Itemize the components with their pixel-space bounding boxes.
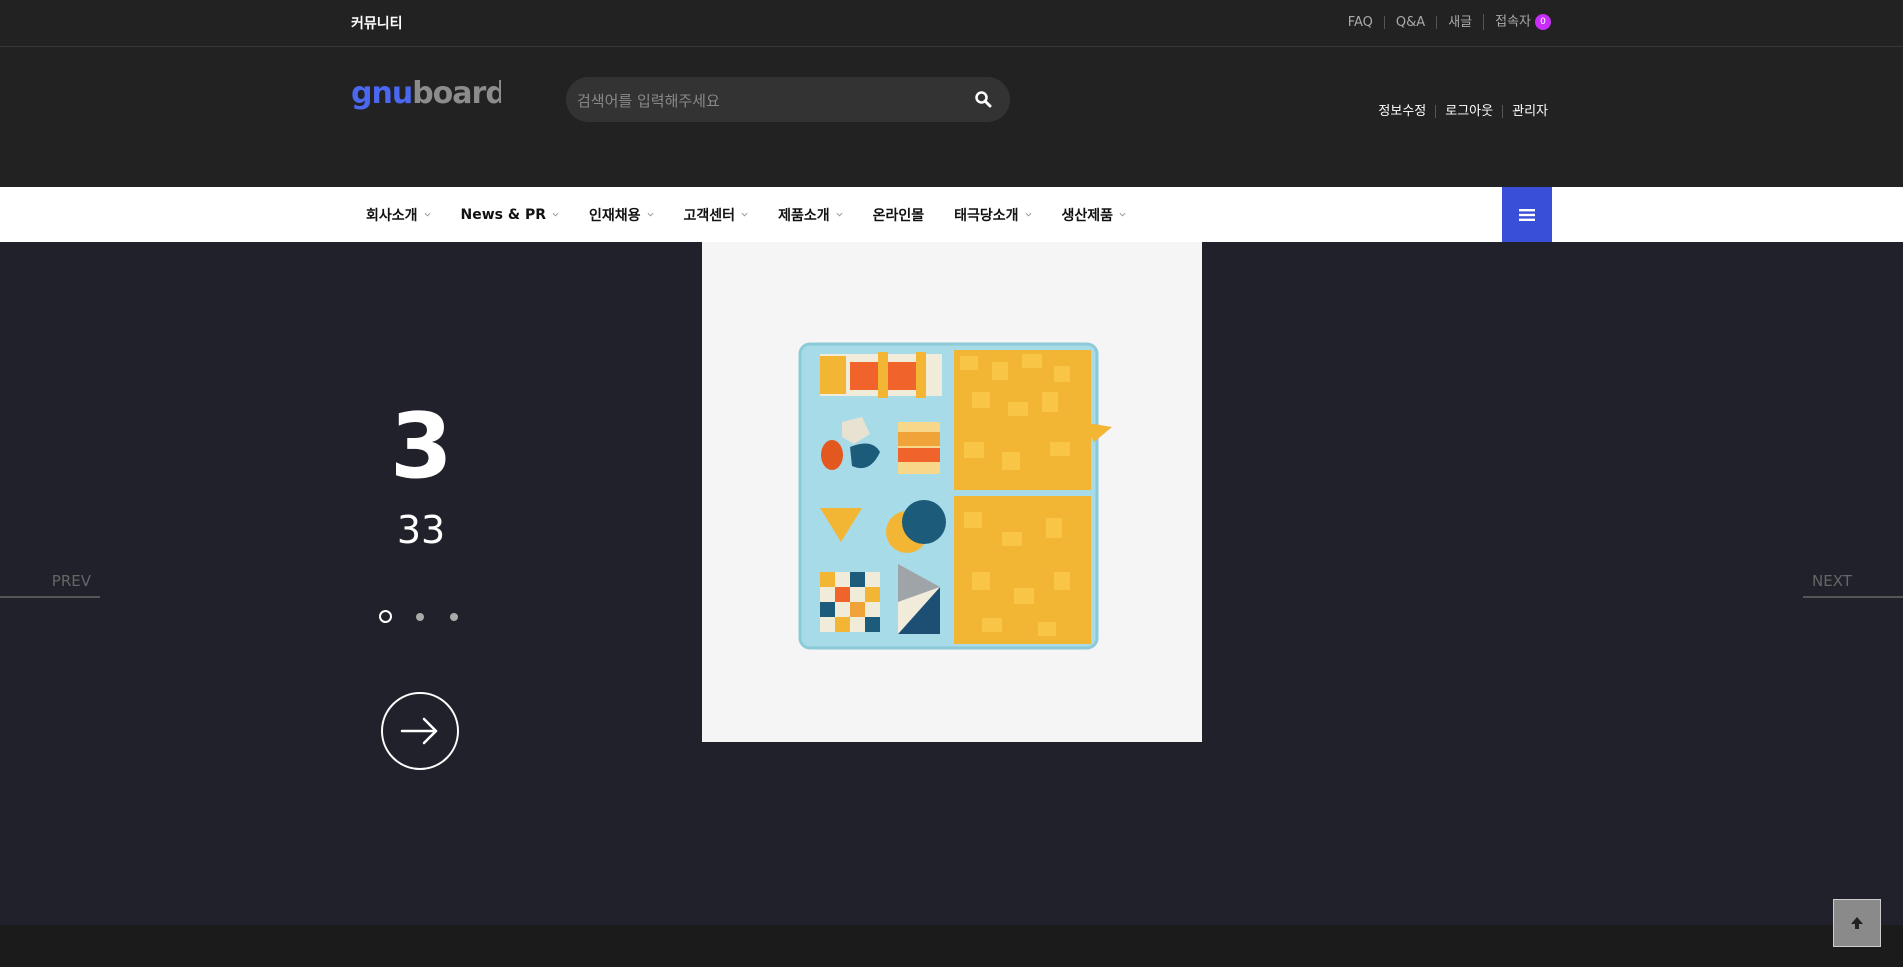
- next-button[interactable]: NEXT: [1803, 572, 1903, 598]
- visitors-link[interactable]: 접속자 0: [1483, 14, 1551, 30]
- chevron-down-icon: [647, 212, 654, 217]
- search-input[interactable]: 검색어를 입력해주세요: [577, 90, 720, 111]
- nav-label: 생산제품: [1061, 207, 1114, 224]
- gnuboard-logo[interactable]: gnuboard: [351, 77, 501, 117]
- chevron-down-icon: [1119, 212, 1126, 217]
- search-icon[interactable]: [974, 90, 992, 108]
- nav-label: 회사소개: [366, 207, 418, 224]
- nav-item-about[interactable]: 태극당소개: [939, 205, 1046, 225]
- footer: [0, 925, 1903, 967]
- top-links: FAQ Q&A 새글 접속자 0: [1337, 14, 1551, 30]
- chevron-down-icon: [552, 212, 559, 217]
- community-link[interactable]: 커뮤니티: [351, 13, 403, 33]
- admin-link[interactable]: 관리자: [1502, 105, 1548, 118]
- next-label: NEXT: [1812, 572, 1852, 590]
- slide-product-image: [702, 242, 1202, 742]
- nav-label: 제품소개: [778, 207, 830, 224]
- nav-label: News & PR: [460, 206, 547, 223]
- prev-button[interactable]: PREV: [0, 572, 100, 598]
- prev-label: PREV: [51, 572, 91, 590]
- chevron-down-icon: [424, 212, 431, 217]
- nav-item-online-mall[interactable]: 온라인몰: [858, 205, 940, 225]
- hero-slider: 3 33 PREV NEXT: [0, 242, 1903, 925]
- chevron-down-icon: [836, 212, 843, 217]
- chevron-down-icon: [741, 212, 748, 217]
- svg-text:gnuboard: gnuboard: [351, 77, 501, 111]
- hamburger-icon: [1519, 208, 1535, 221]
- nav-label: 온라인몰: [872, 207, 925, 224]
- visitors-label: 접속자: [1495, 14, 1531, 30]
- edit-profile-link[interactable]: 정보수정: [1369, 105, 1435, 118]
- nav-item-production[interactable]: 생산제품: [1047, 205, 1142, 225]
- nav-item-recruit[interactable]: 인재채용: [574, 205, 669, 225]
- slide-title: 3: [390, 394, 453, 499]
- slide-subtitle: 33: [396, 508, 446, 552]
- nav-item-support[interactable]: 고객센터: [669, 205, 764, 225]
- main-nav: 회사소개 News & PR 인재채용 고객센터 제품소개 온라인몰 태극당소개…: [0, 187, 1903, 242]
- nav-label: 태극당소개: [954, 207, 1019, 224]
- top-bar: 커뮤니티 FAQ Q&A 새글 접속자 0: [0, 0, 1903, 47]
- logout-link[interactable]: 로그아웃: [1435, 105, 1502, 118]
- visitor-count-badge: 0: [1535, 14, 1551, 30]
- arrow-up-icon: [1851, 917, 1863, 929]
- pagination-dot-1[interactable]: [379, 610, 392, 623]
- slider-pagination: [379, 610, 484, 623]
- faq-link[interactable]: FAQ: [1337, 16, 1384, 29]
- scroll-top-button[interactable]: [1833, 899, 1881, 947]
- arrow-right-icon: [400, 717, 438, 745]
- search-box[interactable]: 검색어를 입력해주세요: [566, 77, 1010, 122]
- nav-item-products[interactable]: 제품소개: [763, 205, 858, 225]
- nav-item-news[interactable]: News & PR: [446, 207, 574, 223]
- pagination-dot-2[interactable]: [416, 612, 424, 621]
- qa-link[interactable]: Q&A: [1383, 15, 1436, 29]
- nav-item-company[interactable]: 회사소개: [351, 205, 446, 225]
- member-links: 정보수정 로그아웃 관리자: [1369, 105, 1548, 118]
- chevron-down-icon: [1025, 212, 1032, 217]
- header: gnuboard 검색어를 입력해주세요 정보수정 로그아웃 관리자: [0, 47, 1903, 187]
- menu-button[interactable]: [1502, 187, 1552, 242]
- view-more-button[interactable]: [381, 692, 459, 770]
- nav-label: 고객센터: [683, 207, 736, 224]
- nav-label: 인재채용: [589, 207, 641, 224]
- new-posts-link[interactable]: 새글: [1436, 15, 1483, 29]
- pagination-dot-3[interactable]: [450, 612, 458, 621]
